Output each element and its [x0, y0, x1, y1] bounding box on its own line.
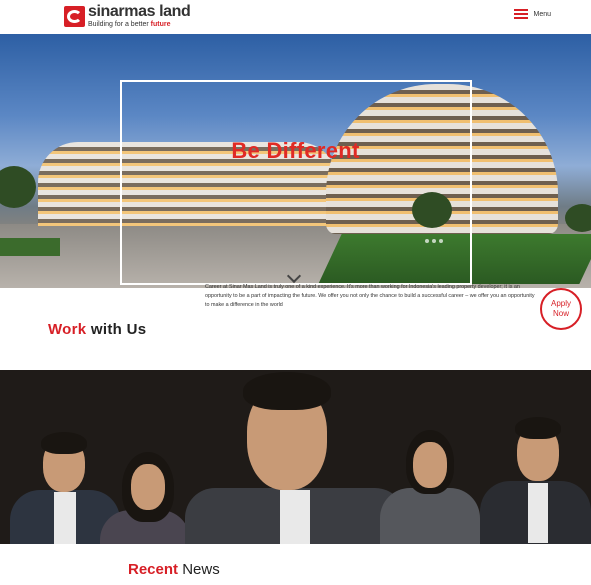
hero-tree — [0, 166, 36, 208]
apply-now-line1: Apply — [550, 299, 571, 308]
recent-rest: News — [178, 561, 220, 578]
hero-banner: Be Different — [0, 34, 591, 288]
work-with-us-section: Work with Us Career at Sinar Mas Land is… — [0, 284, 591, 370]
hero-frame — [120, 80, 472, 285]
site-header: sinarmas land Building for a better futu… — [0, 0, 591, 34]
work-with-us-title: Work with Us — [48, 321, 146, 338]
recent-highlight: Recent — [128, 561, 179, 578]
hero-slider-dots[interactable] — [425, 239, 443, 243]
work-title-highlight: Work — [48, 321, 87, 338]
logo-tagline-highlight: future — [150, 21, 171, 28]
menu-button[interactable]: Menu — [514, 9, 551, 19]
sinarmas-land-logo[interactable]: sinarmas land Building for a better futu… — [64, 3, 191, 29]
hero-tree — [565, 204, 591, 232]
logo-text: sinarmas land Building for a better futu… — [88, 3, 191, 29]
logo-tagline-prefix: Building for a better — [88, 21, 151, 28]
logo-tagline: Building for a better future — [88, 21, 190, 28]
menu-label: Menu — [533, 10, 551, 18]
hero-lawn-left — [0, 238, 60, 256]
sinarmas-logo-icon — [64, 5, 85, 27]
work-title-rest: with Us — [86, 321, 147, 338]
work-description: Career at Sinar Mas Land is truly one of… — [205, 284, 535, 308]
hero-title: Be Different — [231, 138, 360, 163]
recent-news-heading: Recent News — [128, 561, 220, 578]
logo-name: sinarmas land — [88, 3, 191, 20]
apply-now-button[interactable]: Apply Now — [540, 288, 582, 330]
apply-now-line2: Now — [552, 309, 569, 318]
hamburger-icon — [514, 9, 529, 19]
team-photo — [0, 370, 591, 544]
